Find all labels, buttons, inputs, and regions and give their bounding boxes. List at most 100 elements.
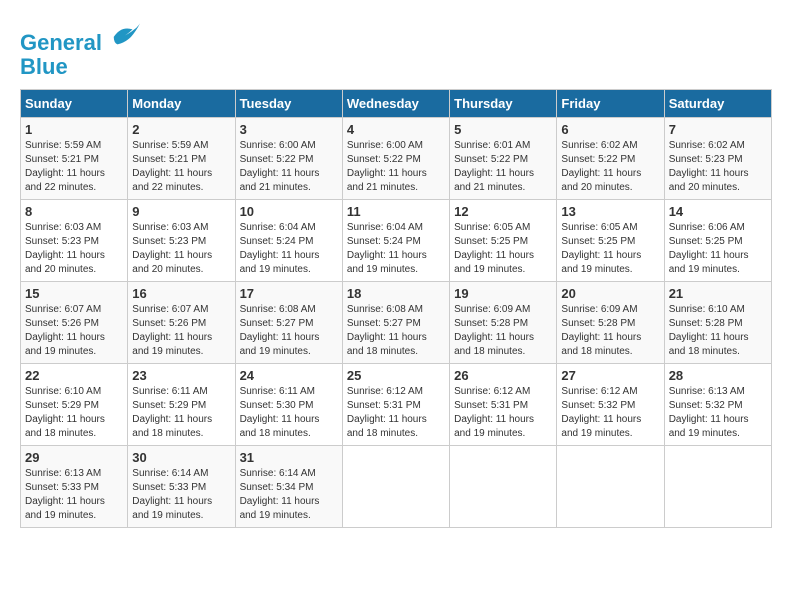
calendar-week-2: 8 Sunrise: 6:03 AM Sunset: 5:23 PM Dayli… — [21, 200, 772, 282]
calendar-table: SundayMondayTuesdayWednesdayThursdayFrid… — [20, 89, 772, 528]
day-info: Sunrise: 6:04 AM Sunset: 5:24 PM Dayligh… — [347, 221, 445, 277]
calendar-week-3: 15 Sunrise: 6:07 AM Sunset: 5:26 PM Dayl… — [21, 282, 772, 364]
calendar-cell: 9 Sunrise: 6:03 AM Sunset: 5:23 PM Dayli… — [128, 200, 235, 282]
calendar-cell: 21 Sunrise: 6:10 AM Sunset: 5:28 PM Dayl… — [664, 282, 771, 364]
day-info: Sunrise: 6:00 AM Sunset: 5:22 PM Dayligh… — [240, 139, 338, 195]
day-info: Sunrise: 6:04 AM Sunset: 5:24 PM Dayligh… — [240, 221, 338, 277]
day-header-friday: Friday — [557, 90, 664, 118]
calendar-cell: 17 Sunrise: 6:08 AM Sunset: 5:27 PM Dayl… — [235, 282, 342, 364]
day-header-wednesday: Wednesday — [342, 90, 449, 118]
day-number: 10 — [240, 204, 338, 219]
calendar-cell: 5 Sunrise: 6:01 AM Sunset: 5:22 PM Dayli… — [450, 118, 557, 200]
calendar-cell — [342, 446, 449, 528]
day-number: 24 — [240, 368, 338, 383]
day-number: 19 — [454, 286, 552, 301]
calendar-cell: 25 Sunrise: 6:12 AM Sunset: 5:31 PM Dayl… — [342, 364, 449, 446]
day-info: Sunrise: 6:13 AM Sunset: 5:33 PM Dayligh… — [25, 467, 123, 523]
day-info: Sunrise: 6:11 AM Sunset: 5:30 PM Dayligh… — [240, 385, 338, 441]
day-number: 18 — [347, 286, 445, 301]
day-info: Sunrise: 6:07 AM Sunset: 5:26 PM Dayligh… — [25, 303, 123, 359]
calendar-cell: 16 Sunrise: 6:07 AM Sunset: 5:26 PM Dayl… — [128, 282, 235, 364]
day-number: 16 — [132, 286, 230, 301]
day-info: Sunrise: 6:11 AM Sunset: 5:29 PM Dayligh… — [132, 385, 230, 441]
day-info: Sunrise: 6:13 AM Sunset: 5:32 PM Dayligh… — [669, 385, 767, 441]
day-info: Sunrise: 6:08 AM Sunset: 5:27 PM Dayligh… — [347, 303, 445, 359]
day-number: 25 — [347, 368, 445, 383]
day-info: Sunrise: 6:03 AM Sunset: 5:23 PM Dayligh… — [132, 221, 230, 277]
day-info: Sunrise: 6:05 AM Sunset: 5:25 PM Dayligh… — [454, 221, 552, 277]
day-number: 28 — [669, 368, 767, 383]
day-number: 5 — [454, 122, 552, 137]
calendar-week-5: 29 Sunrise: 6:13 AM Sunset: 5:33 PM Dayl… — [21, 446, 772, 528]
calendar-cell: 2 Sunrise: 5:59 AM Sunset: 5:21 PM Dayli… — [128, 118, 235, 200]
day-number: 2 — [132, 122, 230, 137]
day-info: Sunrise: 6:05 AM Sunset: 5:25 PM Dayligh… — [561, 221, 659, 277]
day-number: 29 — [25, 450, 123, 465]
day-number: 9 — [132, 204, 230, 219]
day-info: Sunrise: 6:12 AM Sunset: 5:32 PM Dayligh… — [561, 385, 659, 441]
day-info: Sunrise: 6:10 AM Sunset: 5:29 PM Dayligh… — [25, 385, 123, 441]
day-number: 30 — [132, 450, 230, 465]
calendar-cell — [450, 446, 557, 528]
day-info: Sunrise: 6:14 AM Sunset: 5:34 PM Dayligh… — [240, 467, 338, 523]
day-number: 15 — [25, 286, 123, 301]
day-number: 22 — [25, 368, 123, 383]
logo-blue: Blue — [20, 54, 68, 79]
day-info: Sunrise: 6:02 AM Sunset: 5:22 PM Dayligh… — [561, 139, 659, 195]
calendar-cell: 13 Sunrise: 6:05 AM Sunset: 5:25 PM Dayl… — [557, 200, 664, 282]
day-header-thursday: Thursday — [450, 90, 557, 118]
day-header-tuesday: Tuesday — [235, 90, 342, 118]
day-header-saturday: Saturday — [664, 90, 771, 118]
calendar-cell: 8 Sunrise: 6:03 AM Sunset: 5:23 PM Dayli… — [21, 200, 128, 282]
page-header: General Blue — [20, 20, 772, 79]
logo-general: General — [20, 30, 102, 55]
calendar-cell: 11 Sunrise: 6:04 AM Sunset: 5:24 PM Dayl… — [342, 200, 449, 282]
logo-bird-icon — [110, 20, 140, 50]
day-number: 13 — [561, 204, 659, 219]
calendar-week-1: 1 Sunrise: 5:59 AM Sunset: 5:21 PM Dayli… — [21, 118, 772, 200]
day-number: 3 — [240, 122, 338, 137]
day-number: 23 — [132, 368, 230, 383]
calendar-cell: 18 Sunrise: 6:08 AM Sunset: 5:27 PM Dayl… — [342, 282, 449, 364]
day-info: Sunrise: 6:10 AM Sunset: 5:28 PM Dayligh… — [669, 303, 767, 359]
day-info: Sunrise: 6:03 AM Sunset: 5:23 PM Dayligh… — [25, 221, 123, 277]
day-info: Sunrise: 6:09 AM Sunset: 5:28 PM Dayligh… — [454, 303, 552, 359]
calendar-cell: 20 Sunrise: 6:09 AM Sunset: 5:28 PM Dayl… — [557, 282, 664, 364]
day-number: 6 — [561, 122, 659, 137]
calendar-cell: 4 Sunrise: 6:00 AM Sunset: 5:22 PM Dayli… — [342, 118, 449, 200]
day-info: Sunrise: 6:08 AM Sunset: 5:27 PM Dayligh… — [240, 303, 338, 359]
day-number: 21 — [669, 286, 767, 301]
calendar-cell: 28 Sunrise: 6:13 AM Sunset: 5:32 PM Dayl… — [664, 364, 771, 446]
day-info: Sunrise: 6:14 AM Sunset: 5:33 PM Dayligh… — [132, 467, 230, 523]
day-info: Sunrise: 6:12 AM Sunset: 5:31 PM Dayligh… — [347, 385, 445, 441]
day-number: 4 — [347, 122, 445, 137]
day-number: 12 — [454, 204, 552, 219]
day-number: 1 — [25, 122, 123, 137]
day-number: 31 — [240, 450, 338, 465]
day-number: 8 — [25, 204, 123, 219]
day-number: 26 — [454, 368, 552, 383]
calendar-cell: 3 Sunrise: 6:00 AM Sunset: 5:22 PM Dayli… — [235, 118, 342, 200]
calendar-cell: 24 Sunrise: 6:11 AM Sunset: 5:30 PM Dayl… — [235, 364, 342, 446]
day-info: Sunrise: 6:09 AM Sunset: 5:28 PM Dayligh… — [561, 303, 659, 359]
calendar-cell: 19 Sunrise: 6:09 AM Sunset: 5:28 PM Dayl… — [450, 282, 557, 364]
day-info: Sunrise: 6:00 AM Sunset: 5:22 PM Dayligh… — [347, 139, 445, 195]
day-header-monday: Monday — [128, 90, 235, 118]
day-number: 7 — [669, 122, 767, 137]
day-number: 17 — [240, 286, 338, 301]
calendar-body: 1 Sunrise: 5:59 AM Sunset: 5:21 PM Dayli… — [21, 118, 772, 528]
day-info: Sunrise: 6:07 AM Sunset: 5:26 PM Dayligh… — [132, 303, 230, 359]
calendar-cell: 14 Sunrise: 6:06 AM Sunset: 5:25 PM Dayl… — [664, 200, 771, 282]
calendar-cell: 15 Sunrise: 6:07 AM Sunset: 5:26 PM Dayl… — [21, 282, 128, 364]
calendar-cell — [664, 446, 771, 528]
calendar-cell: 7 Sunrise: 6:02 AM Sunset: 5:23 PM Dayli… — [664, 118, 771, 200]
calendar-cell: 22 Sunrise: 6:10 AM Sunset: 5:29 PM Dayl… — [21, 364, 128, 446]
calendar-cell: 29 Sunrise: 6:13 AM Sunset: 5:33 PM Dayl… — [21, 446, 128, 528]
calendar-cell — [557, 446, 664, 528]
day-header-sunday: Sunday — [21, 90, 128, 118]
calendar-header-row: SundayMondayTuesdayWednesdayThursdayFrid… — [21, 90, 772, 118]
calendar-cell: 26 Sunrise: 6:12 AM Sunset: 5:31 PM Dayl… — [450, 364, 557, 446]
calendar-cell: 30 Sunrise: 6:14 AM Sunset: 5:33 PM Dayl… — [128, 446, 235, 528]
calendar-cell: 23 Sunrise: 6:11 AM Sunset: 5:29 PM Dayl… — [128, 364, 235, 446]
day-info: Sunrise: 6:06 AM Sunset: 5:25 PM Dayligh… — [669, 221, 767, 277]
